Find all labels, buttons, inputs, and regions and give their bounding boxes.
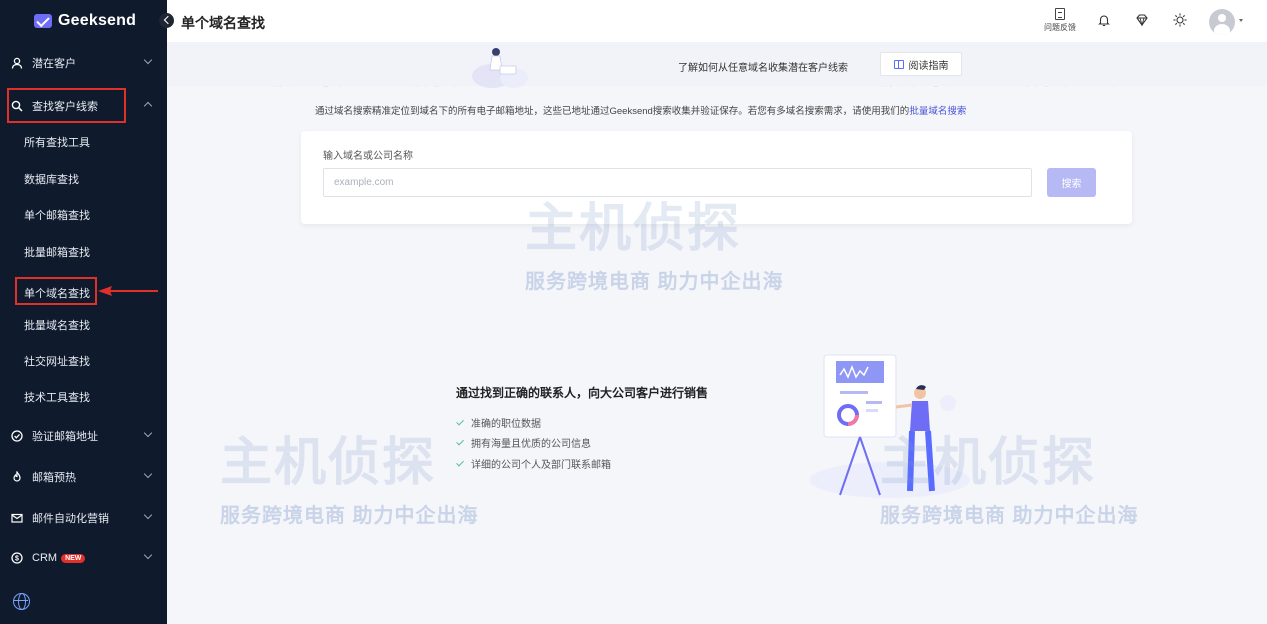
sidebar-subitem-label: 技术工具查找 bbox=[24, 392, 90, 404]
logo[interactable]: Geeksend bbox=[0, 0, 167, 42]
bell-icon[interactable] bbox=[1097, 13, 1111, 27]
chevron-up-icon bbox=[143, 101, 153, 111]
sidebar-subitem-bulk-email[interactable]: 批量邮箱查找 bbox=[0, 235, 167, 269]
sun-icon[interactable] bbox=[1173, 13, 1187, 27]
sidebar-item-leads[interactable]: 潜在客户 bbox=[0, 45, 167, 81]
feature-item: 准确的职位数据 bbox=[456, 415, 541, 430]
sidebar-item-crm[interactable]: $ CRM NEW bbox=[0, 540, 167, 576]
sidebar-subitem-label: 所有查找工具 bbox=[24, 137, 90, 149]
feature-label: 拥有海量且优质的公司信息 bbox=[471, 439, 591, 450]
logo-text: Geeksend bbox=[58, 12, 137, 29]
sidebar-subitem-label: 数据库查找 bbox=[24, 174, 79, 186]
sidebar-item-label: 邮箱预热 bbox=[32, 472, 76, 484]
chevron-down-icon bbox=[143, 550, 153, 560]
reading-person-illustration bbox=[472, 48, 528, 88]
sidebar-subitem-label: 单个域名查找 bbox=[24, 288, 90, 300]
page-title: 单个域名查找 bbox=[181, 15, 265, 31]
back-button[interactable] bbox=[159, 13, 174, 28]
new-badge: NEW bbox=[61, 553, 86, 563]
sidebar-subitem-label: 单个邮箱查找 bbox=[24, 210, 90, 222]
sidebar-item-label: 验证邮箱地址 bbox=[32, 431, 98, 443]
banner-text: 了解如何从任意域名收集潜在客户线索 bbox=[678, 63, 848, 74]
sidebar-item-label: 邮件自动化营销 bbox=[32, 513, 109, 525]
sidebar-item-warmup[interactable]: 邮箱预热 bbox=[0, 459, 167, 495]
feature-label: 详细的公司个人及部门联系邮箱 bbox=[471, 460, 611, 471]
sidebar-item-find-leads[interactable]: 查找客户线索 bbox=[0, 88, 167, 124]
user-icon bbox=[10, 56, 24, 70]
domain-search-input[interactable] bbox=[323, 168, 1032, 197]
svg-text:$: $ bbox=[15, 556, 19, 563]
chevron-down-icon bbox=[143, 428, 153, 438]
chevron-down-icon bbox=[143, 55, 153, 65]
sidebar-subitem-bulk-domain[interactable]: 批量域名查找 bbox=[0, 308, 167, 342]
watermark: 主机侦探 服务跨境电商 助力中企出海 bbox=[220, 434, 479, 527]
features-title: 通过找到正确的联系人，向大公司客户进行销售 bbox=[456, 386, 709, 400]
sidebar-item-label: 查找客户线索 bbox=[32, 101, 98, 113]
presentation-illustration bbox=[810, 354, 970, 498]
feedback-button[interactable]: 问题反馈 bbox=[1042, 8, 1078, 33]
dollar-circle-icon: $ bbox=[10, 551, 24, 565]
feature-item: 详细的公司个人及部门联系邮箱 bbox=[456, 456, 611, 471]
description: 通过域名搜索精准定位到域名下的所有电子邮箱地址，这些已地址通过Geeksend搜… bbox=[315, 103, 966, 117]
sidebar-item-verify-email[interactable]: 验证邮箱地址 bbox=[0, 418, 167, 454]
description-text: 通过域名搜索精准定位到域名下的所有电子邮箱地址，这些已地址通过Geeksend搜… bbox=[315, 106, 910, 117]
book-icon bbox=[893, 59, 904, 69]
read-guide-button[interactable]: 阅读指南 bbox=[880, 52, 962, 76]
sidebar-subitem-label: 社交网址查找 bbox=[24, 356, 90, 368]
logo-mail-icon bbox=[34, 14, 52, 28]
search-icon bbox=[10, 99, 24, 113]
read-guide-label: 阅读指南 bbox=[908, 60, 949, 72]
flame-icon bbox=[10, 470, 24, 484]
sidebar-subitem-label: 批量邮箱查找 bbox=[24, 247, 90, 259]
annotation-arrow-icon bbox=[98, 286, 158, 296]
sidebar: Geeksend 潜在客户 查找客户线索 所有查找工具 数据库查找 单个邮箱查找… bbox=[0, 0, 167, 624]
globe-icon[interactable] bbox=[13, 593, 30, 610]
check-icon bbox=[456, 458, 464, 466]
sidebar-subitem-label: 批量域名查找 bbox=[24, 320, 90, 332]
caret-down-icon[interactable] bbox=[1239, 19, 1243, 22]
check-icon bbox=[456, 417, 464, 425]
sidebar-subitem-all-tools[interactable]: 所有查找工具 bbox=[0, 125, 167, 159]
feedback-label: 问题反馈 bbox=[1044, 23, 1076, 32]
feature-item: 拥有海量且优质的公司信息 bbox=[456, 435, 591, 450]
sidebar-item-email-automation[interactable]: 邮件自动化营销 bbox=[0, 500, 167, 536]
chevron-down-icon bbox=[143, 469, 153, 479]
mail-icon bbox=[10, 511, 24, 525]
sidebar-subitem-single-email[interactable]: 单个邮箱查找 bbox=[0, 198, 167, 232]
feature-label: 准确的职位数据 bbox=[471, 419, 541, 430]
gem-icon[interactable] bbox=[1135, 13, 1149, 27]
sidebar-subitem-social-url[interactable]: 社交网址查找 bbox=[0, 344, 167, 378]
document-icon bbox=[1055, 8, 1065, 20]
check-circle-icon bbox=[10, 429, 24, 443]
sidebar-item-label: 潜在客户 bbox=[32, 58, 76, 70]
sidebar-item-label: CRM bbox=[32, 552, 58, 564]
check-icon bbox=[456, 437, 464, 445]
bulk-domain-search-link[interactable]: 批量域名搜索 bbox=[909, 106, 966, 117]
search-field-label: 输入域名或公司名称 bbox=[323, 151, 413, 162]
sidebar-subitem-database[interactable]: 数据库查找 bbox=[0, 162, 167, 196]
sidebar-subitem-tech-tools[interactable]: 技术工具查找 bbox=[0, 380, 167, 414]
search-button[interactable]: 搜索 bbox=[1047, 168, 1096, 197]
avatar[interactable] bbox=[1209, 9, 1235, 35]
chevron-down-icon bbox=[143, 510, 153, 520]
